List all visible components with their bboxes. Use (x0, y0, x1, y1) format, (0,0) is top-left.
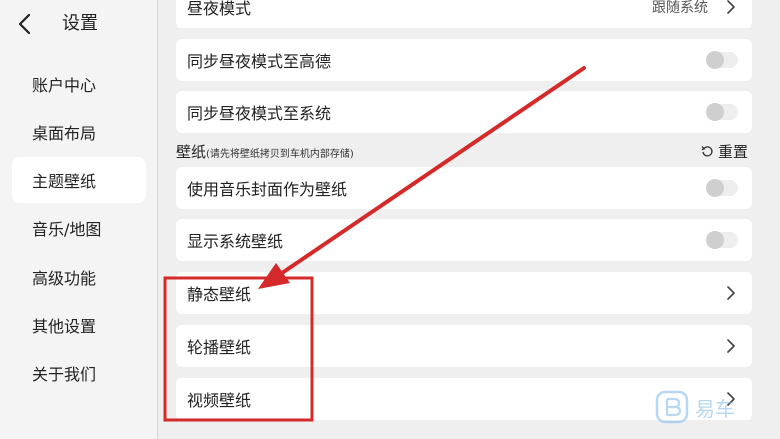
sidebar-item-account-center[interactable]: 账户中心 (12, 61, 146, 107)
row-label: 同步昼夜模式至系统 (187, 104, 332, 123)
sync-system-row: 同步昼夜模式至系统 (176, 91, 752, 133)
sidebar-item-other-settings[interactable]: 其他设置 (12, 302, 146, 348)
row-label: 显示系统壁纸 (187, 232, 284, 251)
reset-icon (701, 146, 713, 157)
day-night-mode-row[interactable]: 昼夜模式 跟随系统 (176, 0, 752, 28)
sidebar-item-label: 音乐/地图 (32, 220, 102, 239)
sidebar: 设置 账户中心 桌面布局 主题壁纸 音乐/地图 高级功能 其他设置 关于我们 (0, 0, 158, 439)
carousel-wallpaper-row[interactable]: 轮播壁纸 (176, 325, 752, 367)
section-title: 壁纸 (176, 143, 207, 161)
row-label: 昼夜模式 (187, 0, 252, 18)
music-cover-wallpaper-row: 使用音乐封面作为壁纸 (176, 167, 752, 209)
sidebar-item-advanced[interactable]: 高级功能 (12, 254, 146, 300)
system-wallpaper-toggle[interactable] (706, 231, 738, 249)
sync-amap-toggle[interactable] (706, 51, 738, 69)
row-value: 跟随系统 (652, 0, 708, 16)
chevron-left-icon (18, 13, 31, 35)
row-label: 静态壁纸 (187, 285, 252, 304)
sync-amap-row: 同步昼夜模式至高德 (176, 39, 752, 81)
music-cover-toggle[interactable] (706, 179, 738, 197)
row-label: 使用音乐封面作为壁纸 (187, 180, 348, 199)
chevron-right-icon (727, 286, 735, 300)
back-button[interactable] (12, 12, 36, 36)
row-label: 同步昼夜模式至高德 (187, 52, 332, 71)
static-wallpaper-row[interactable]: 静态壁纸 (176, 272, 752, 314)
reset-label: 重置 (717, 143, 748, 161)
reset-button[interactable]: 重置 (701, 141, 748, 162)
chevron-right-icon (727, 0, 735, 14)
chevron-right-icon (727, 339, 735, 353)
system-wallpaper-row: 显示系统壁纸 (176, 219, 752, 261)
sidebar-item-label: 其他设置 (32, 317, 97, 336)
sync-system-toggle[interactable] (706, 103, 738, 121)
sidebar-item-theme-wallpaper[interactable]: 主题壁纸 (12, 157, 146, 203)
watermark-logo-icon (655, 390, 689, 424)
wallpaper-section-header: 壁纸(请先将壁纸拷贝到车机内部存储) 重置 (176, 141, 752, 161)
sidebar-item-music-map[interactable]: 音乐/地图 (12, 205, 146, 251)
sidebar-item-label: 桌面布局 (32, 124, 97, 143)
sidebar-item-label: 高级功能 (32, 269, 97, 288)
row-label: 视频壁纸 (187, 391, 252, 410)
page-title: 设置 (62, 13, 98, 34)
row-label: 轮播壁纸 (187, 338, 252, 357)
sidebar-item-label: 账户中心 (32, 76, 97, 95)
section-note: (请先将壁纸拷贝到车机内部存储) (206, 149, 354, 160)
sidebar-item-label: 主题壁纸 (32, 172, 97, 191)
sidebar-item-label: 关于我们 (32, 365, 97, 384)
watermark: 易车 (655, 390, 735, 424)
sidebar-item-about-us[interactable]: 关于我们 (12, 350, 146, 396)
watermark-text: 易车 (695, 396, 735, 421)
sidebar-item-desktop-layout[interactable]: 桌面布局 (12, 109, 146, 155)
settings-panel: 昼夜模式 跟随系统 同步昼夜模式至高德 同步昼夜模式至系统 壁纸(请先将壁纸拷贝… (159, 0, 780, 439)
